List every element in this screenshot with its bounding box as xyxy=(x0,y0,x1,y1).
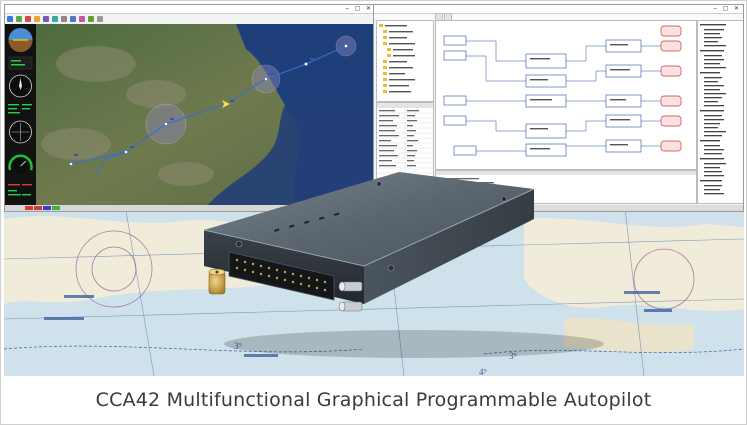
satellite-map[interactable] xyxy=(36,24,375,207)
waypoint-tag[interactable] xyxy=(170,118,174,120)
promo-frame: 3⁹ 3⁹ 4⁹ – ▢ ✕ – ▢ ✕ CCA42 Multifunction… xyxy=(0,0,747,425)
block-library-tree xyxy=(700,24,726,195)
link-status-indicators xyxy=(25,206,60,210)
project-tree-panel[interactable] xyxy=(376,20,434,102)
window-controls-icon[interactable]: – ▢ ✕ xyxy=(346,5,373,13)
waypoint-tag[interactable] xyxy=(230,100,234,102)
toolbar-route-icon[interactable] xyxy=(70,16,76,22)
toolbar-download-icon[interactable] xyxy=(88,16,94,22)
block-diagram-canvas[interactable] xyxy=(435,20,697,170)
toolbar-stop-icon[interactable] xyxy=(25,16,31,22)
compass-icon xyxy=(9,120,32,144)
ground-control-window: – ▢ ✕ xyxy=(4,4,376,212)
block-library-panel[interactable] xyxy=(697,20,743,204)
waypoint-tag[interactable] xyxy=(270,73,274,75)
block-diagram xyxy=(443,25,682,157)
toolbar-extra-icon[interactable] xyxy=(97,16,103,22)
toolbar-upload-icon[interactable] xyxy=(79,16,85,22)
sma-connector-icon xyxy=(208,268,226,295)
editor-tab-strip xyxy=(435,13,695,21)
ground-control-title-bar: – ▢ ✕ xyxy=(5,5,375,14)
toolbar-waypoint-icon[interactable] xyxy=(34,16,40,22)
chart-elevation-mark-3: 4⁹ xyxy=(479,367,487,376)
flight-instrument-panel xyxy=(5,24,36,207)
toolbar-connect-icon[interactable] xyxy=(16,16,22,22)
toolbar-tool-icon[interactable] xyxy=(61,16,67,22)
satellite-map-imagery xyxy=(36,24,375,207)
waypoint-tag[interactable] xyxy=(74,154,78,156)
heading-indicator-icon xyxy=(9,74,32,98)
window-controls-icon[interactable]: – ▢ ✕ xyxy=(714,5,741,13)
waypoint-tag[interactable] xyxy=(310,58,314,60)
project-tree-items xyxy=(379,24,415,93)
toolbar-settings-icon[interactable] xyxy=(52,16,58,22)
toolbar-open-icon[interactable] xyxy=(7,16,13,22)
toolbar-map-icon[interactable] xyxy=(43,16,49,22)
product-caption: CCA42 Multifunctional Graphical Programm… xyxy=(95,389,652,411)
waypoint-tag[interactable] xyxy=(130,146,134,148)
attitude-indicator-icon xyxy=(8,28,33,52)
product-scene: 3⁹ 3⁹ 4⁹ – ▢ ✕ – ▢ ✕ xyxy=(4,4,744,376)
